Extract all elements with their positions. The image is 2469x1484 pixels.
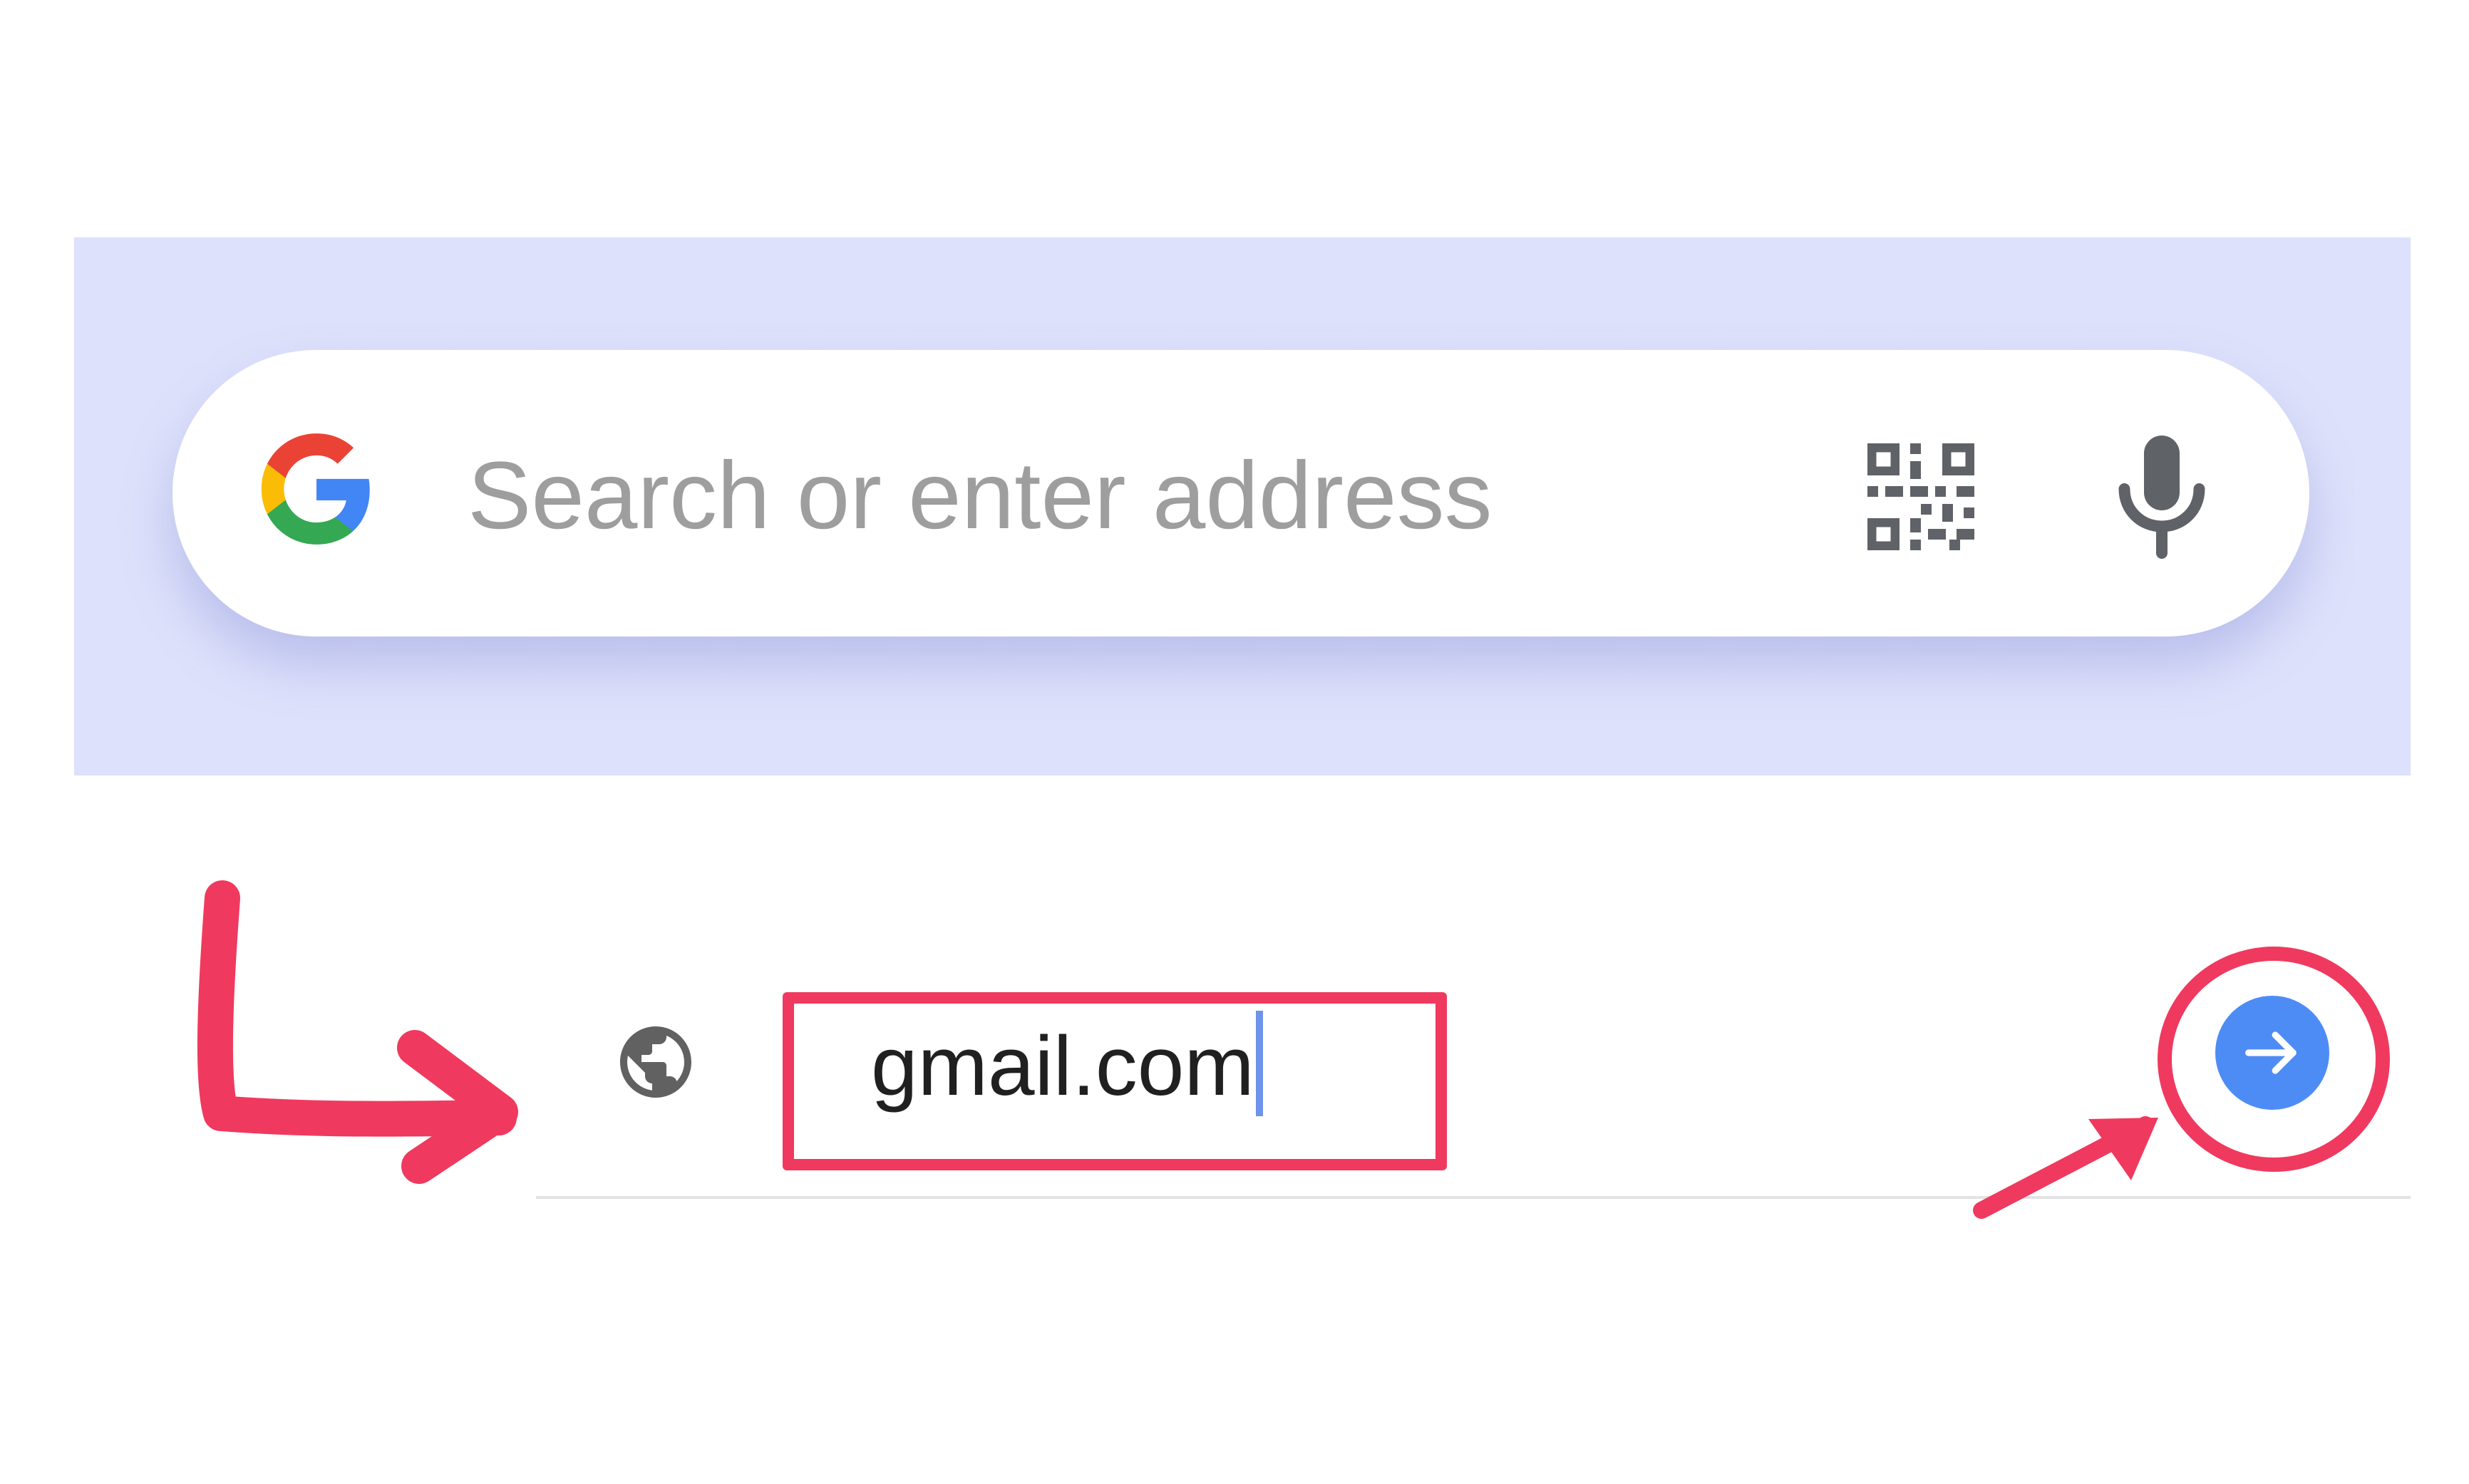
- row-divider: [536, 1196, 2411, 1199]
- arrow-right-icon: [2245, 1031, 2297, 1074]
- annotation-bent-arrow-head: [397, 1030, 518, 1184]
- url-highlight-box: [783, 992, 1447, 1170]
- search-input[interactable]: Search or enter address: [468, 443, 1493, 550]
- search-panel: Search or enter address: [74, 237, 2411, 776]
- search-bar[interactable]: Search or enter address: [172, 350, 2309, 637]
- globe-icon: [620, 1026, 691, 1098]
- microphone-icon[interactable]: [2108, 432, 2215, 560]
- qr-code-scan-icon[interactable]: [1864, 440, 1978, 554]
- annotation-bent-arrow: [197, 880, 517, 1137]
- google-g-icon: [261, 433, 370, 545]
- go-button[interactable]: [2215, 996, 2329, 1110]
